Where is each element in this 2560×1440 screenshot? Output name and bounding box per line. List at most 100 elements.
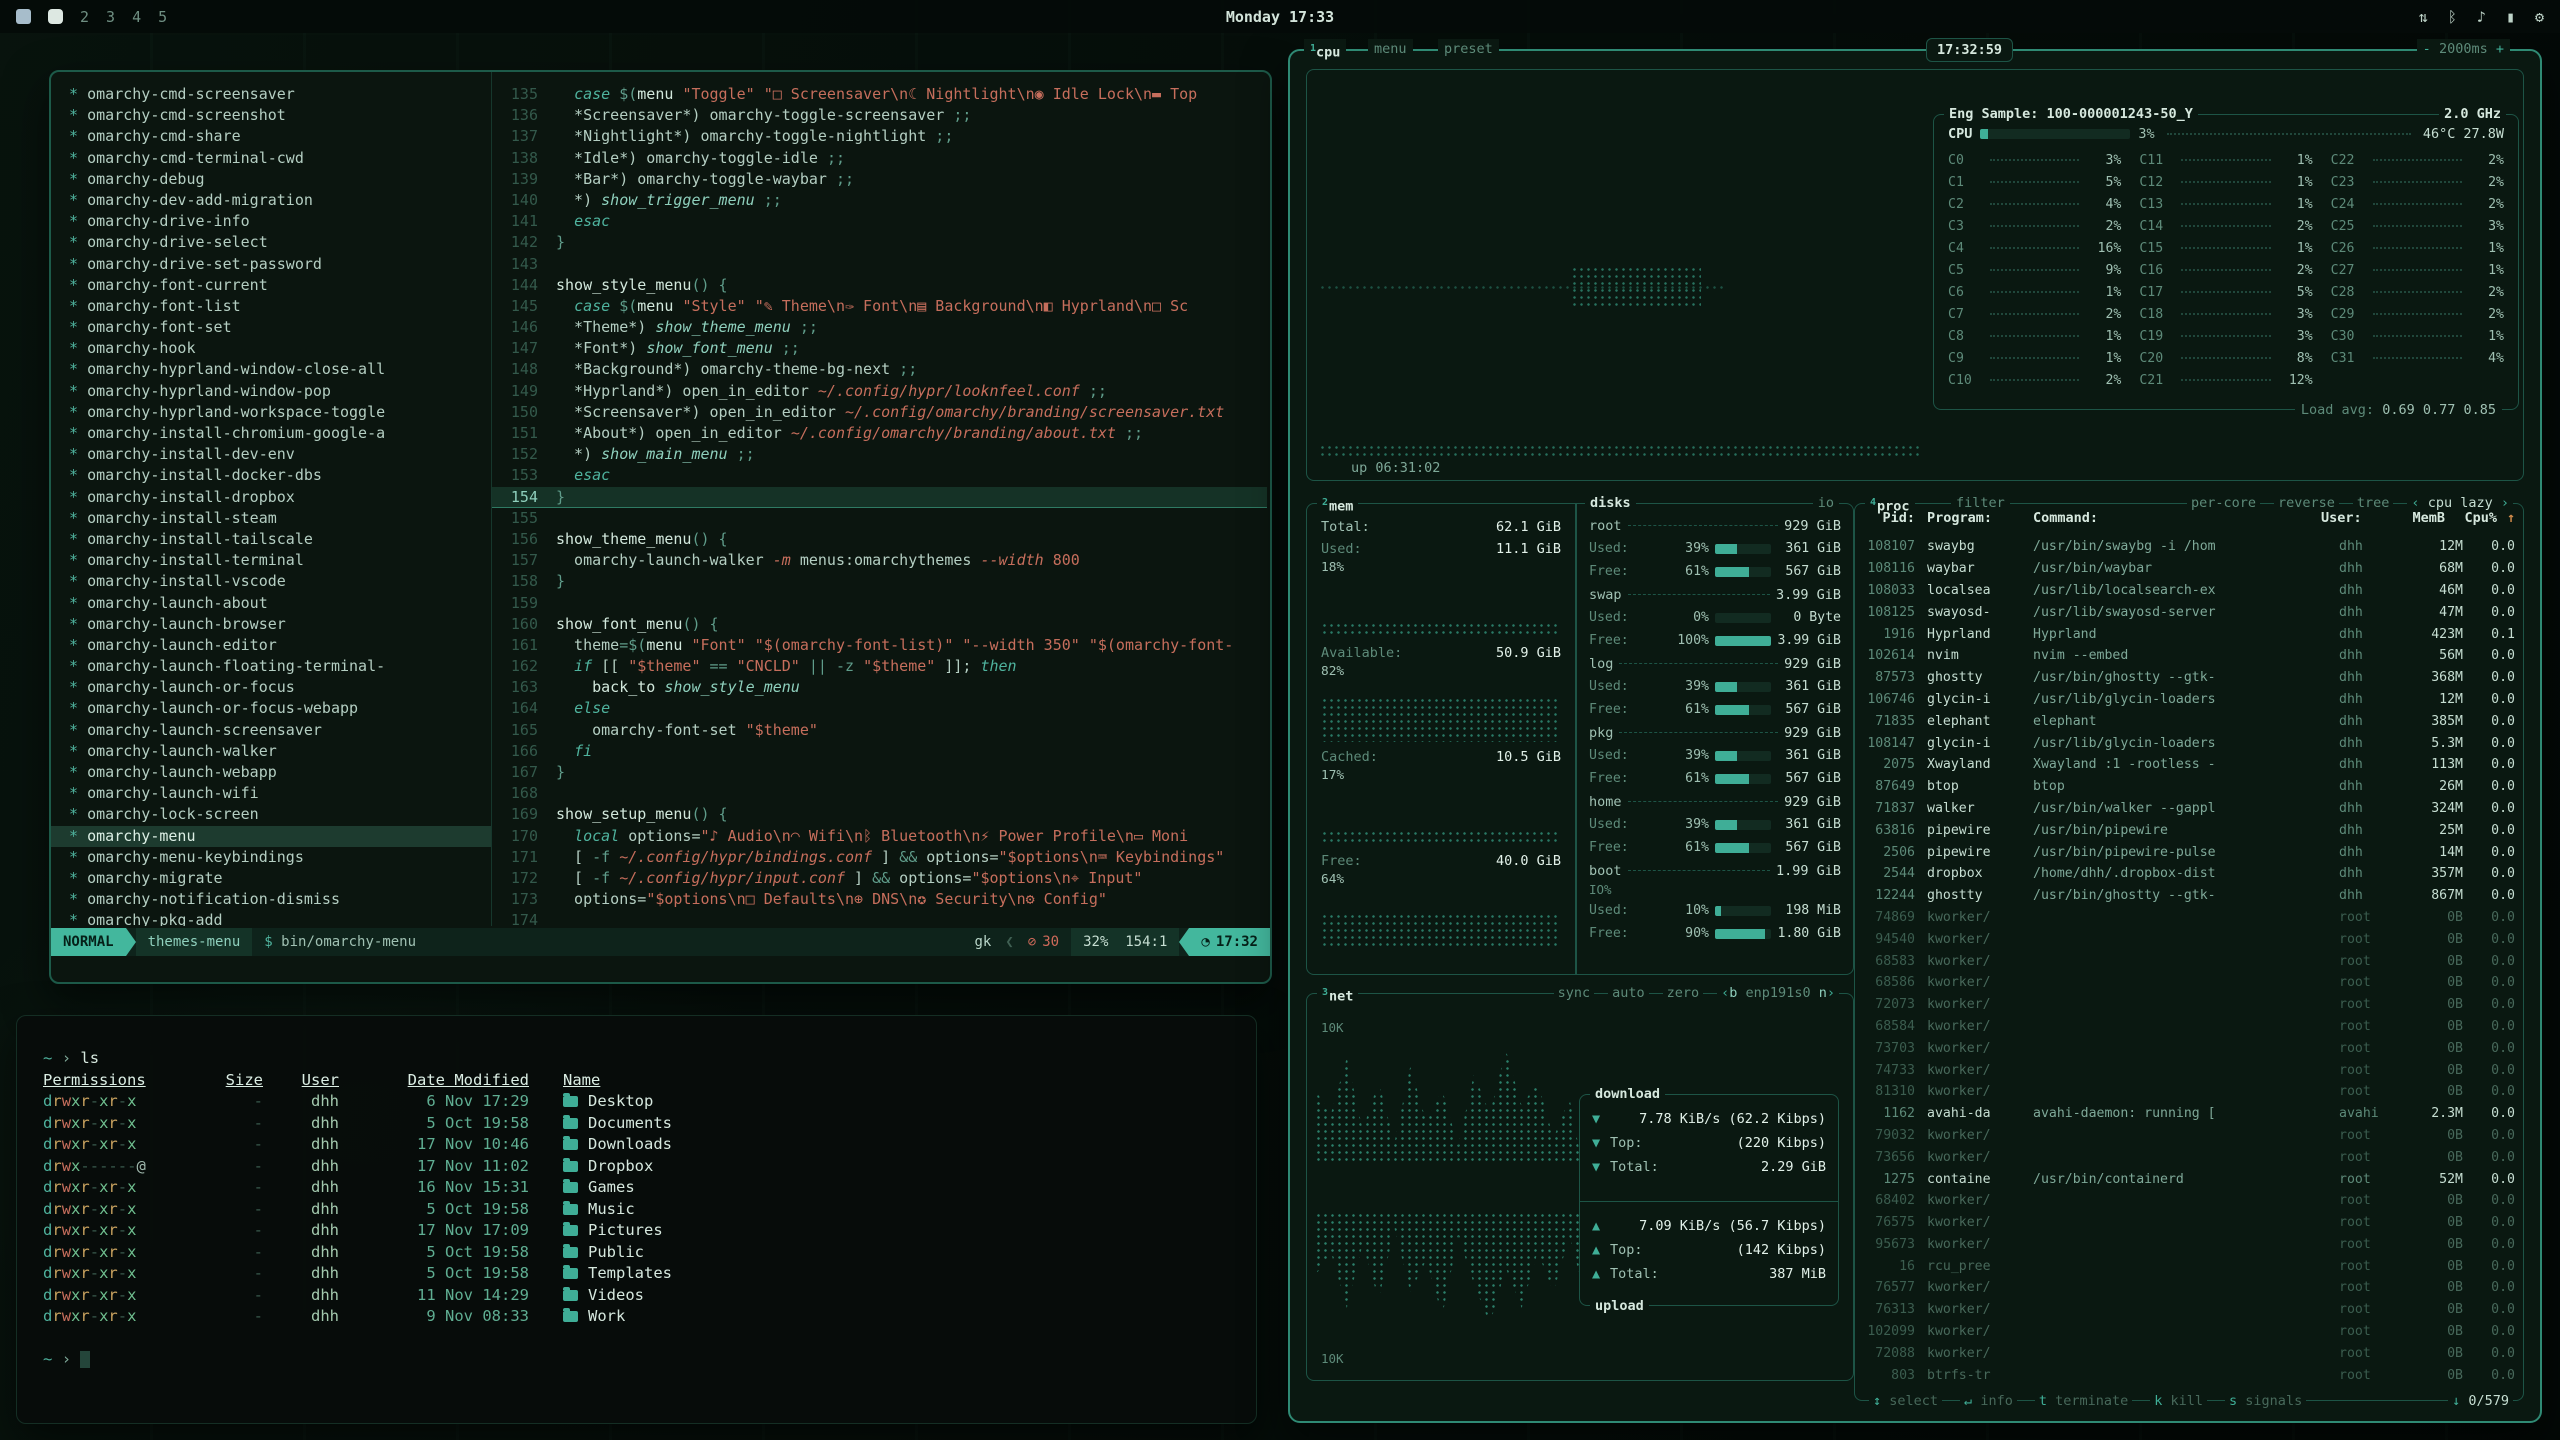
process-row[interactable]: 102614nvimnvim --embeddhh56M0.0	[1863, 645, 2515, 667]
process-row[interactable]: 68583kworker/root0B0.0	[1863, 950, 2515, 972]
proc-col-header[interactable]: Pid:	[1863, 510, 1927, 526]
file-tree-item[interactable]: * omarchy-menu	[51, 826, 491, 847]
file-tree-item[interactable]: * omarchy-install-vscode	[51, 571, 491, 592]
bluetooth-icon[interactable]: ᛒ	[2448, 8, 2457, 26]
workspace-2[interactable]: 2	[80, 8, 89, 26]
code-area[interactable]: 135 case $(menu "Toggle" "□ Screensaver\…	[492, 84, 1267, 926]
process-row[interactable]: 108116waybar/usr/bin/waybardhh68M0.0	[1863, 558, 2515, 580]
workspace-3[interactable]: 3	[106, 8, 115, 26]
proc-action-select[interactable]: ↕ select	[1869, 1392, 1942, 1410]
file-tree-item[interactable]: * omarchy-hyprland-workspace-toggle	[51, 402, 491, 423]
net-zero-toggle[interactable]: zero	[1663, 984, 1704, 1002]
process-row[interactable]: 16rcu_preeroot0B0.0	[1863, 1255, 2515, 1277]
process-row[interactable]: 76313kworker/root0B0.0	[1863, 1299, 2515, 1321]
file-tree-item[interactable]: * omarchy-font-current	[51, 275, 491, 296]
file-tree-item[interactable]: * omarchy-install-dropbox	[51, 487, 491, 508]
file-tree-item[interactable]: * omarchy-launch-or-focus	[51, 677, 491, 698]
process-row[interactable]: 81310kworker/root0B0.0	[1863, 1081, 2515, 1103]
process-row[interactable]: 71835elephantelephantdhh385M0.0	[1863, 710, 2515, 732]
file-tree-item[interactable]: * omarchy-cmd-share	[51, 126, 491, 147]
file-tree-item[interactable]: * omarchy-install-dev-env	[51, 444, 491, 465]
file-tree-item[interactable]: * omarchy-cmd-screensaver	[51, 84, 491, 105]
process-row[interactable]: 2075XwaylandXwayland :1 -rootless -dhh11…	[1863, 754, 2515, 776]
proc-col-header[interactable]: Program:	[1927, 510, 2033, 526]
process-row[interactable]: 803btrfs-trroot0B0.0	[1863, 1364, 2515, 1386]
process-row[interactable]: 76575kworker/root0B0.0	[1863, 1212, 2515, 1234]
editor-window[interactable]: * omarchy-cmd-screensaver * omarchy-cmd-…	[49, 70, 1272, 984]
file-tree-item[interactable]: * omarchy-menu-keybindings	[51, 847, 491, 868]
process-row[interactable]: 12244ghostty/usr/bin/ghostty --gtk-dhh86…	[1863, 885, 2515, 907]
file-tree-item[interactable]: * omarchy-dev-add-migration	[51, 190, 491, 211]
net-sync-toggle[interactable]: sync	[1554, 984, 1595, 1002]
net-panel-label[interactable]: 3net	[1317, 984, 1358, 1006]
process-row[interactable]: 73656kworker/root0B0.0	[1863, 1146, 2515, 1168]
file-tree-item[interactable]: * omarchy-launch-screensaver	[51, 720, 491, 741]
file-tree-item[interactable]: * omarchy-drive-info	[51, 211, 491, 232]
process-row[interactable]: 73703kworker/root0B0.0	[1863, 1037, 2515, 1059]
btop-menu-button[interactable]: menu	[1368, 39, 1413, 59]
net-interface-selector[interactable]: ‹b enp191s0 n›	[1717, 984, 1839, 1002]
process-row[interactable]: 68402kworker/root0B0.0	[1863, 1190, 2515, 1212]
file-tree-item[interactable]: * omarchy-launch-editor	[51, 635, 491, 656]
process-row[interactable]: 87573ghostty/usr/bin/ghostty --gtk-dhh36…	[1863, 667, 2515, 689]
process-row[interactable]: 1916HyprlandHyprlanddhh423M0.1	[1863, 623, 2515, 645]
proc-col-header[interactable]: User:	[2321, 510, 2387, 526]
process-row[interactable]: 87649btopbtopdhh26M0.0	[1863, 776, 2515, 798]
process-row[interactable]: 2544dropbox/home/dhh/.dropbox-distdhh357…	[1863, 863, 2515, 885]
file-tree-item[interactable]: * omarchy-launch-or-focus-webapp	[51, 698, 491, 719]
process-row[interactable]: 2506pipewire/usr/bin/pipewire-pulsedhh14…	[1863, 841, 2515, 863]
btop-preset-button[interactable]: preset	[1438, 39, 1499, 59]
process-row[interactable]: 95673kworker/root0B0.0	[1863, 1234, 2515, 1256]
file-tree-item[interactable]: * omarchy-launch-webapp	[51, 762, 491, 783]
update-icon[interactable]: ⇅	[2419, 8, 2428, 26]
proc-action-info[interactable]: ↵ info	[1960, 1392, 2017, 1410]
file-tree-item[interactable]: * omarchy-launch-about	[51, 593, 491, 614]
workspace-5[interactable]: 5	[158, 8, 167, 26]
workspace-active[interactable]	[48, 9, 63, 24]
file-tree-item[interactable]: * omarchy-font-set	[51, 317, 491, 338]
process-row[interactable]: 94540kworker/root0B0.0	[1863, 928, 2515, 950]
process-row[interactable]: 76577kworker/root0B0.0	[1863, 1277, 2515, 1299]
proc-action-kill[interactable]: k kill	[2150, 1392, 2207, 1410]
launcher-icon[interactable]	[16, 9, 31, 24]
file-tree-item[interactable]: * omarchy-install-steam	[51, 508, 491, 529]
proc-col-header[interactable]: Cpu%	[2445, 510, 2497, 526]
terminal-window[interactable]: ~ › ls PermissionsSizeUserDate ModifiedN…	[16, 1015, 1257, 1424]
process-row[interactable]: 1275containe/usr/bin/containerdroot52M0.…	[1863, 1168, 2515, 1190]
proc-action-terminate[interactable]: t terminate	[2035, 1392, 2132, 1410]
file-tree-item[interactable]: * omarchy-install-terminal	[51, 550, 491, 571]
file-tree-item[interactable]: * omarchy-pkg-add	[51, 910, 491, 926]
file-tree-item[interactable]: * omarchy-hook	[51, 338, 491, 359]
workspace-4[interactable]: 4	[132, 8, 141, 26]
file-tree-item[interactable]: * omarchy-cmd-screenshot	[51, 105, 491, 126]
process-row[interactable]: 108033localsea/usr/lib/localsearch-exdhh…	[1863, 580, 2515, 602]
file-tree-item[interactable]: * omarchy-migrate	[51, 868, 491, 889]
prompt-line-2[interactable]: ~ ›	[43, 1349, 1256, 1371]
file-tree-item[interactable]: * omarchy-install-tailscale	[51, 529, 491, 550]
process-row[interactable]: 72088kworker/root0B0.0	[1863, 1342, 2515, 1364]
volume-icon[interactable]: ♪	[2477, 8, 2486, 26]
process-row[interactable]: 71837walker/usr/bin/walker --gappldhh324…	[1863, 798, 2515, 820]
file-tree-item[interactable]: * omarchy-launch-wifi	[51, 783, 491, 804]
proc-col-header[interactable]: Command:	[2033, 510, 2321, 526]
process-row[interactable]: 74733kworker/root0B0.0	[1863, 1059, 2515, 1081]
process-row[interactable]: 68586kworker/root0B0.0	[1863, 972, 2515, 994]
file-tree-item[interactable]: * omarchy-debug	[51, 169, 491, 190]
battery-icon[interactable]: ▮	[2506, 8, 2515, 26]
diagnostics-badge[interactable]: ⊘30	[1016, 928, 1071, 956]
process-row[interactable]: 79032kworker/root0B0.0	[1863, 1125, 2515, 1147]
process-row[interactable]: 108125swayosd-/usr/lib/swayosd-serverdhh…	[1863, 601, 2515, 623]
btop-window[interactable]: 1cpu menu preset 17:32:59 - 2000ms + Eng…	[1288, 49, 2542, 1423]
process-row[interactable]: 1162avahi-daavahi-daemon: running [avahi…	[1863, 1103, 2515, 1125]
file-tree-item[interactable]: * omarchy-install-chromium-google-a	[51, 423, 491, 444]
file-tree-item[interactable]: * omarchy-hyprland-window-close-all	[51, 359, 491, 380]
file-tree-item[interactable]: * omarchy-notification-dismiss	[51, 889, 491, 910]
file-tree-item[interactable]: * omarchy-drive-set-password	[51, 254, 491, 275]
file-tree-item[interactable]: * omarchy-drive-select	[51, 232, 491, 253]
file-tree-item[interactable]: * omarchy-launch-floating-terminal-	[51, 656, 491, 677]
file-tree-item[interactable]: * omarchy-font-list	[51, 296, 491, 317]
proc-col-header[interactable]: MemB	[2387, 510, 2445, 526]
proc-action-signals[interactable]: s signals	[2225, 1392, 2306, 1410]
process-row[interactable]: 63816pipewire/usr/bin/pipewiredhh25M0.0	[1863, 819, 2515, 841]
file-tree-item[interactable]: * omarchy-lock-screen	[51, 804, 491, 825]
